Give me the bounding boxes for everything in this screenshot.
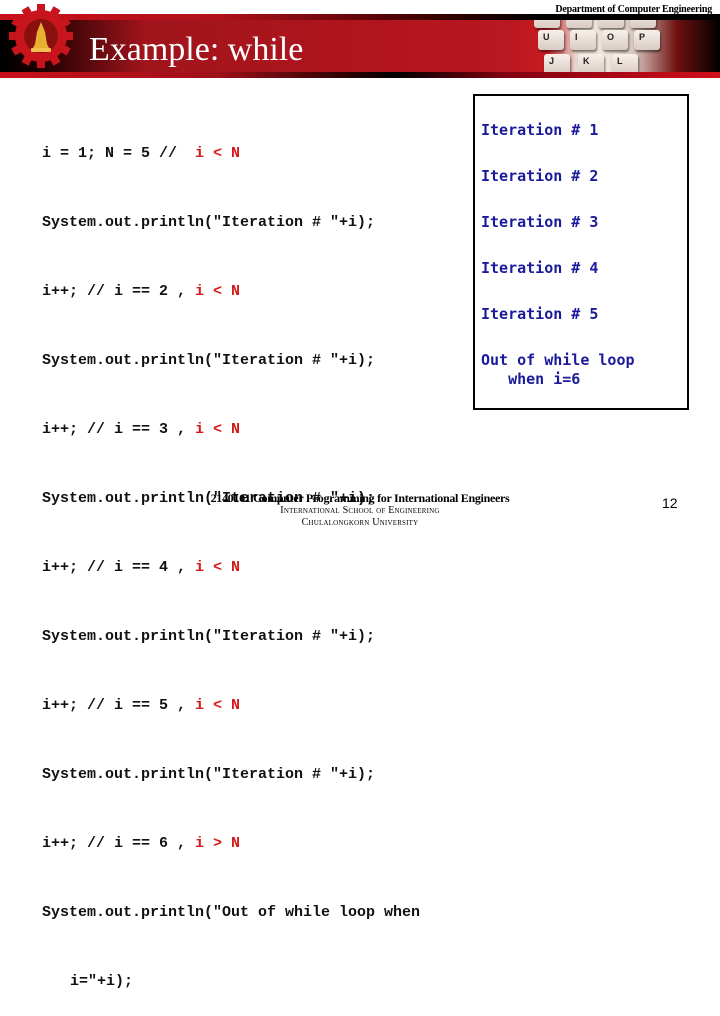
keyboard-key [566,20,592,28]
keyboard-key-i: I [570,30,596,50]
keyboard-key [630,20,656,28]
code-line: System.out.println("Iteration # "+i); [42,766,376,783]
code-text: i++; // i == 4 , [42,559,196,576]
footer: 2140101 Computer Programming for Interna… [190,492,530,529]
code-text: i++; // i == 3 , [42,421,196,438]
keyboard-key-o: O [602,30,628,50]
school-name: International School of Engineering [280,505,440,516]
output-line: Iteration # 3 [481,213,599,231]
banner-bottom-stripe [0,72,720,78]
code-line: i = 1; N = 5 // i < N [42,142,420,165]
output-line: Iteration # 5 [481,305,599,323]
code-condition: i < N [195,697,241,714]
output-line: Out of while loop [481,351,635,369]
output-line: Iteration # 2 [481,167,599,185]
code-line: i++; // i == 5 , i < N [42,694,420,717]
code-line: i++; // i == 3 , i < N [42,418,420,441]
code-line: System.out.println("Out of while loop wh… [42,904,421,921]
keyboard-key [534,20,560,28]
page-number: 12 [662,495,678,511]
slide-title: Example: while [89,31,304,68]
output-line: Iteration # 4 [481,259,599,277]
code-line: i++; // i == 6 , i > N [42,832,420,855]
keyboard-key-k: K [578,54,604,72]
code-line: i++; // i == 2 , i < N [42,280,420,303]
code-condition: i < N [195,283,241,300]
code-condition: i > N [195,835,241,852]
code-line: i++; // i == 4 , i < N [42,556,420,579]
code-text: i++; // i == 6 , [42,835,196,852]
code-line: System.out.println("Iteration # "+i); [42,628,376,645]
university-name: Chulalongkorn University [301,517,419,528]
output-line: when i=6 [481,370,581,388]
code-line-continuation: i="+i); [70,973,134,990]
course-name: 2140101 Computer Programming for Interna… [210,491,510,505]
console-output-box: Iteration # 1 Iteration # 2 Iteration # … [473,94,689,410]
code-line: System.out.println("Iteration # "+i); [42,352,376,369]
code-condition: i < N [195,421,241,438]
code-condition: i < N [195,145,241,162]
keyboard-key-l: L [612,54,638,72]
chulalongkorn-gear-emblem-icon [7,2,75,70]
code-text: i++; // i == 2 , [42,283,196,300]
keyboard-key-p: P [634,30,660,50]
keyboard-key-u: U [538,30,564,50]
keyboard-key-j: J [544,54,570,72]
code-text: i++; // i == 5 , [42,697,196,714]
keyboard-image: U I O P J K L [530,20,690,72]
code-line: System.out.println("Iteration # "+i); [42,214,376,231]
keyboard-key [598,20,624,28]
code-block: i = 1; N = 5 // i < N System.out.println… [42,96,420,1016]
output-line: Iteration # 1 [481,121,599,139]
code-condition: i < N [195,559,241,576]
code-text: i = 1; N = 5 // [42,145,196,162]
